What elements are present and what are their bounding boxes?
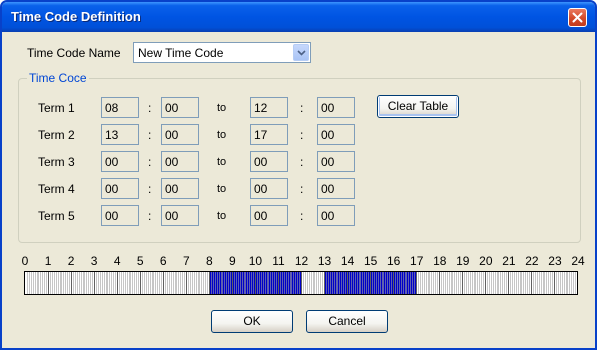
hour-label: 18 <box>433 254 447 268</box>
start-minute-field[interactable]: 00 <box>161 124 199 145</box>
hour-label: 10 <box>248 254 263 268</box>
to-label: to <box>217 102 227 114</box>
close-icon <box>572 12 583 23</box>
time-code-name-combobox[interactable]: New Time Code <box>133 42 311 63</box>
time-separator: : <box>300 209 304 223</box>
hour-label: 7 <box>182 254 190 268</box>
time-code-group-title: Time Coce <box>27 71 89 85</box>
end-minute-field[interactable]: 00 <box>317 124 355 145</box>
hour-label: 11 <box>272 254 285 268</box>
chevron-down-icon <box>297 50 306 56</box>
start-hour-field[interactable]: 00 <box>101 151 139 172</box>
clear-table-button[interactable]: Clear Table <box>377 95 459 118</box>
end-hour-field[interactable]: 00 <box>250 151 288 172</box>
time-separator: : <box>300 155 304 169</box>
hour-label: 23 <box>548 254 562 268</box>
hour-label: 3 <box>90 254 98 268</box>
end-hour-field[interactable]: 00 <box>250 178 288 199</box>
timeline-graph <box>27 272 576 294</box>
end-minute-field[interactable]: 00 <box>317 97 355 118</box>
start-minute-field[interactable]: 00 <box>161 205 199 226</box>
term-label: Term 1 <box>38 101 75 115</box>
time-separator: : <box>300 128 304 142</box>
time-separator: : <box>148 101 152 115</box>
time-code-dialog: Time Code Definition Time Code Name New … <box>0 0 597 350</box>
hour-label: 0 <box>21 254 29 268</box>
hour-label: 5 <box>136 254 144 268</box>
time-code-name-value: New Time Code <box>138 46 224 60</box>
start-hour-field[interactable]: 13 <box>101 124 139 145</box>
hour-label: 12 <box>294 254 309 268</box>
hour-scale: 0 1 2 3 4 5 6 7 8 9 10 11 12 13 14 15 16 17 18 19 20 21 22 23 24 <box>2 254 595 268</box>
start-minute-field[interactable]: 00 <box>161 151 199 172</box>
start-hour-field[interactable]: 00 <box>101 205 139 226</box>
to-label: to <box>217 156 227 168</box>
hour-label: 16 <box>386 254 401 268</box>
term-label: Term 3 <box>38 155 75 169</box>
window-title: Time Code Definition <box>11 9 141 24</box>
time-separator: : <box>148 182 152 196</box>
close-button[interactable] <box>568 8 587 27</box>
hour-label: 15 <box>363 254 378 268</box>
to-label: to <box>217 183 227 195</box>
hour-label: 21 <box>502 254 516 268</box>
hour-label: 9 <box>229 254 236 268</box>
hour-label: 1 <box>44 254 52 268</box>
time-separator: : <box>300 101 304 115</box>
end-minute-field[interactable]: 00 <box>317 151 355 172</box>
time-separator: : <box>148 209 152 223</box>
hour-label: 22 <box>525 254 539 268</box>
cancel-button[interactable]: Cancel <box>306 310 388 333</box>
hour-label: 17 <box>410 254 424 268</box>
end-hour-field[interactable]: 12 <box>250 97 288 118</box>
hour-label: 6 <box>159 254 167 268</box>
time-separator: : <box>148 128 152 142</box>
start-hour-field[interactable]: 08 <box>101 97 139 118</box>
start-minute-field[interactable]: 00 <box>161 97 199 118</box>
hour-label: 14 <box>340 254 355 268</box>
term-label: Term 4 <box>38 182 75 196</box>
hour-label: 8 <box>205 254 213 268</box>
hour-label: 13 <box>317 254 332 268</box>
end-minute-field[interactable]: 00 <box>317 205 355 226</box>
end-hour-field[interactable]: 00 <box>250 205 288 226</box>
time-separator: : <box>148 155 152 169</box>
start-minute-field[interactable]: 00 <box>161 178 199 199</box>
hour-label: 20 <box>479 254 493 268</box>
hour-label: 24 <box>571 254 585 268</box>
title-bar[interactable]: Time Code Definition <box>2 2 595 32</box>
hour-label: 4 <box>113 254 121 268</box>
hour-label: 2 <box>67 254 75 268</box>
end-minute-field[interactable]: 00 <box>317 178 355 199</box>
time-separator: : <box>300 182 304 196</box>
time-code-name-label: Time Code Name <box>27 46 121 60</box>
end-hour-field[interactable]: 17 <box>250 124 288 145</box>
to-label: to <box>217 210 227 222</box>
term-label: Term 5 <box>38 209 75 223</box>
ok-button[interactable]: OK <box>211 310 293 333</box>
start-hour-field[interactable]: 00 <box>101 178 139 199</box>
hour-label: 19 <box>456 254 470 268</box>
dropdown-button[interactable] <box>293 44 309 61</box>
term-label: Term 2 <box>38 128 75 142</box>
timeline-bar[interactable] <box>24 271 578 295</box>
to-label: to <box>217 129 227 141</box>
